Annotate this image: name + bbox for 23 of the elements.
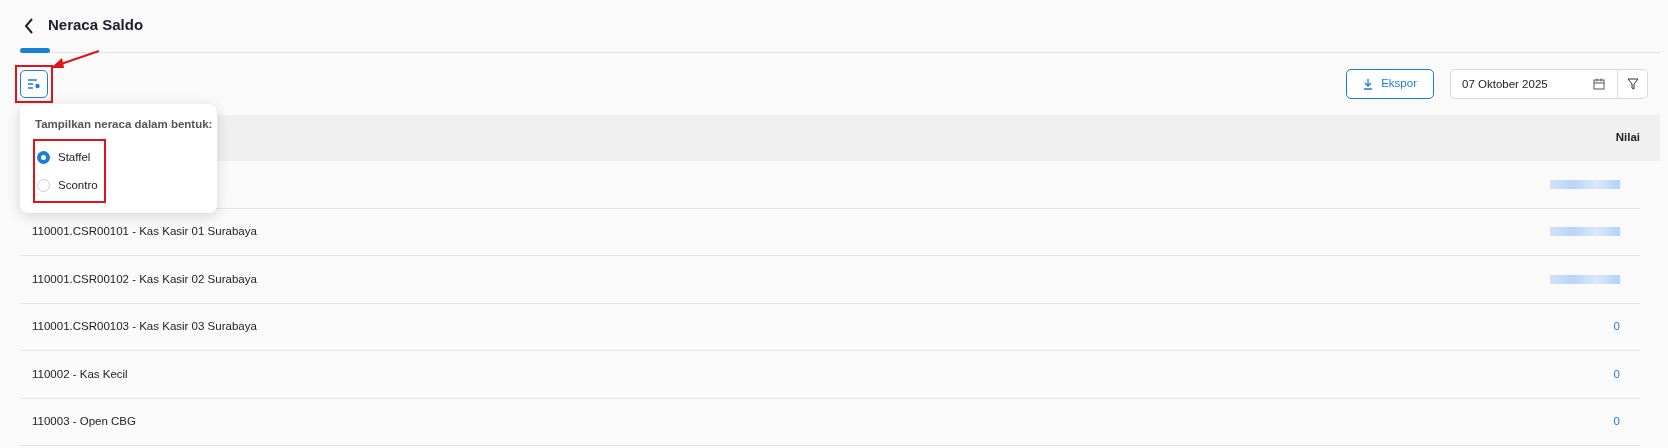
page-title: Neraca Saldo	[48, 16, 144, 34]
account-name: 110003 - Open CBG	[32, 414, 136, 430]
download-icon	[1363, 78, 1374, 90]
account-name: 110001.CSR00102 - Kas Kasir 02 Surabaya	[32, 271, 257, 287]
amount-value[interactable]: 0	[1613, 318, 1620, 336]
amount-value[interactable]: 0	[1613, 413, 1620, 431]
radio-button[interactable]	[37, 150, 50, 164]
account-name: 110001.CSR00101 - Kas Kasir 01 Surabaya	[32, 224, 257, 240]
radio-button[interactable]	[37, 178, 50, 192]
amount-value[interactable]: 0	[1613, 365, 1620, 383]
account-name: 110002 - Kas Kecil	[32, 366, 128, 382]
date-field[interactable]: 07 Oktober 2025	[1450, 69, 1618, 99]
radio-option[interactable]: Scontro	[37, 171, 98, 200]
filter-button[interactable]	[1618, 69, 1648, 99]
account-name: 110001.CSR00103 - Kas Kasir 03 Surabaya	[32, 319, 257, 335]
export-button[interactable]: Ekspor	[1346, 69, 1434, 99]
filter-icon	[1626, 78, 1639, 90]
list-settings-icon	[27, 78, 41, 90]
popover-heading: Tampilkan neraca dalam bentuk:	[34, 117, 214, 132]
calendar-icon[interactable]	[1593, 78, 1605, 90]
radio-option[interactable]: Staffel	[37, 143, 98, 172]
column-header: Nilai	[1615, 130, 1640, 146]
tab-indicator	[20, 48, 50, 53]
